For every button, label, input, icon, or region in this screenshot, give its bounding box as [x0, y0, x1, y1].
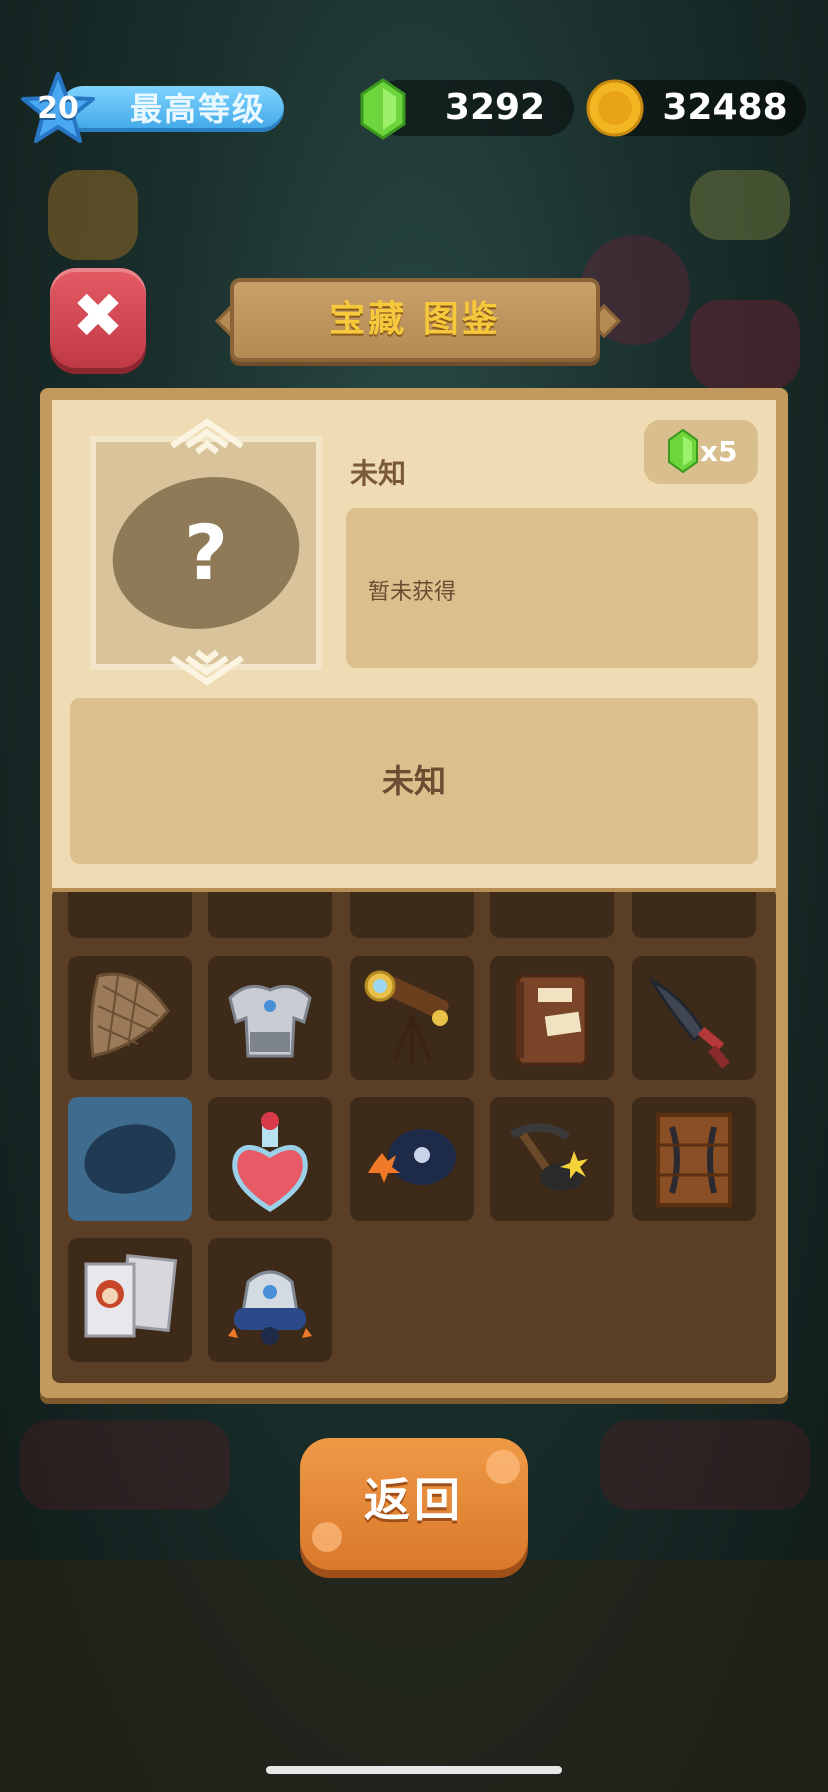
title-banner: 宝藏 图鉴	[230, 278, 600, 362]
bg-decoration	[20, 1420, 230, 1510]
grid-slot[interactable]	[68, 956, 192, 1080]
grid-slot-partial[interactable]	[350, 888, 474, 938]
grid-slot-partial[interactable]	[68, 888, 192, 938]
item-description: 暂未获得	[368, 580, 457, 605]
gem-icon	[360, 78, 406, 140]
grid-slot[interactable]	[490, 1097, 614, 1221]
grid-slot-selected[interactable]	[68, 1097, 192, 1221]
grid-slot[interactable]	[632, 956, 756, 1080]
grid-slot[interactable]	[350, 956, 474, 1080]
grid-slot[interactable]	[68, 1238, 192, 1362]
robot-icon	[228, 1270, 312, 1345]
level-label: 最高等级	[130, 90, 267, 128]
question-mark-icon: ?	[183, 508, 229, 597]
gem-icon	[668, 428, 698, 474]
home-indicator	[266, 1766, 562, 1774]
close-button[interactable]: ✖	[50, 268, 146, 368]
coin-icon	[586, 79, 644, 137]
grid-slot-partial[interactable]	[490, 888, 614, 938]
grid-slot[interactable]	[350, 1097, 474, 1221]
frame-ornament	[170, 649, 244, 686]
grid-slot[interactable]	[208, 1097, 332, 1221]
pickaxe-icon	[510, 1123, 588, 1191]
coin-count: 32488	[662, 87, 788, 128]
item-lore-text: 未知	[381, 762, 446, 800]
net-icon	[89, 972, 170, 1058]
level-number: 20	[37, 91, 79, 126]
bottom-nav-background	[0, 1560, 828, 1792]
cards-icon	[84, 1254, 178, 1338]
close-icon: ✖	[72, 279, 124, 352]
grid-slot[interactable]	[208, 956, 332, 1080]
grid-slot-partial[interactable]	[632, 888, 756, 938]
potion-icon	[232, 1112, 308, 1212]
bomb-icon	[368, 1129, 456, 1185]
bg-decoration	[600, 1420, 810, 1510]
frame-ornament	[170, 418, 244, 455]
unknown-item-icon	[84, 1124, 176, 1194]
item-name: 未知	[350, 457, 407, 490]
price-value: x5	[700, 435, 738, 468]
page-title: 宝藏 图鉴	[329, 299, 501, 340]
grid-slot-partial[interactable]	[208, 888, 332, 938]
gem-count: 3292	[444, 87, 546, 128]
bg-decoration	[690, 300, 800, 390]
crate-icon	[656, 1113, 732, 1207]
grid-slot[interactable]	[632, 1097, 756, 1221]
level-badge: 最高等级 20	[20, 72, 284, 144]
bg-decoration	[48, 170, 138, 260]
grid-slot[interactable]	[208, 1238, 332, 1362]
sword-icon	[648, 977, 730, 1069]
bg-decoration	[690, 170, 790, 240]
armor-icon	[228, 984, 312, 1058]
grid-slot[interactable]	[490, 956, 614, 1080]
button-highlight	[312, 1522, 342, 1552]
book-icon	[516, 974, 588, 1066]
button-highlight	[486, 1450, 520, 1484]
telescope-icon	[364, 970, 449, 1064]
